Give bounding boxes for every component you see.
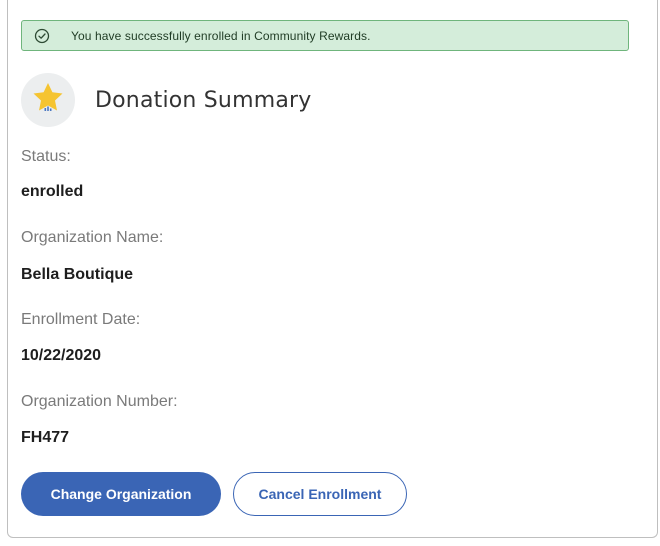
organization-name-label: Organization Name:	[21, 229, 164, 246]
donation-summary-card: You have successfully enrolled in Commun…	[7, 0, 658, 538]
change-organization-button[interactable]: Change Organization	[21, 472, 221, 516]
cancel-enrollment-button[interactable]: Cancel Enrollment	[233, 472, 407, 516]
alert-message: You have successfully enrolled in Commun…	[71, 28, 371, 43]
organization-name-value: Bella Boutique	[21, 266, 134, 283]
page-title: Donation Summary	[95, 87, 312, 113]
success-alert: You have successfully enrolled in Commun…	[21, 20, 629, 51]
enrollment-date-label: Enrollment Date:	[21, 311, 141, 328]
status-value: enrolled	[21, 183, 84, 200]
organization-number-value: FH477	[21, 429, 70, 446]
star-icon	[30, 80, 66, 121]
summary-header: Donation Summary	[21, 72, 311, 128]
avatar	[21, 73, 75, 127]
organization-number-label: Organization Number:	[21, 393, 178, 410]
status-label: Status:	[21, 148, 71, 165]
enrollment-date-value: 10/22/2020	[21, 347, 102, 364]
check-circle-icon	[34, 28, 50, 44]
